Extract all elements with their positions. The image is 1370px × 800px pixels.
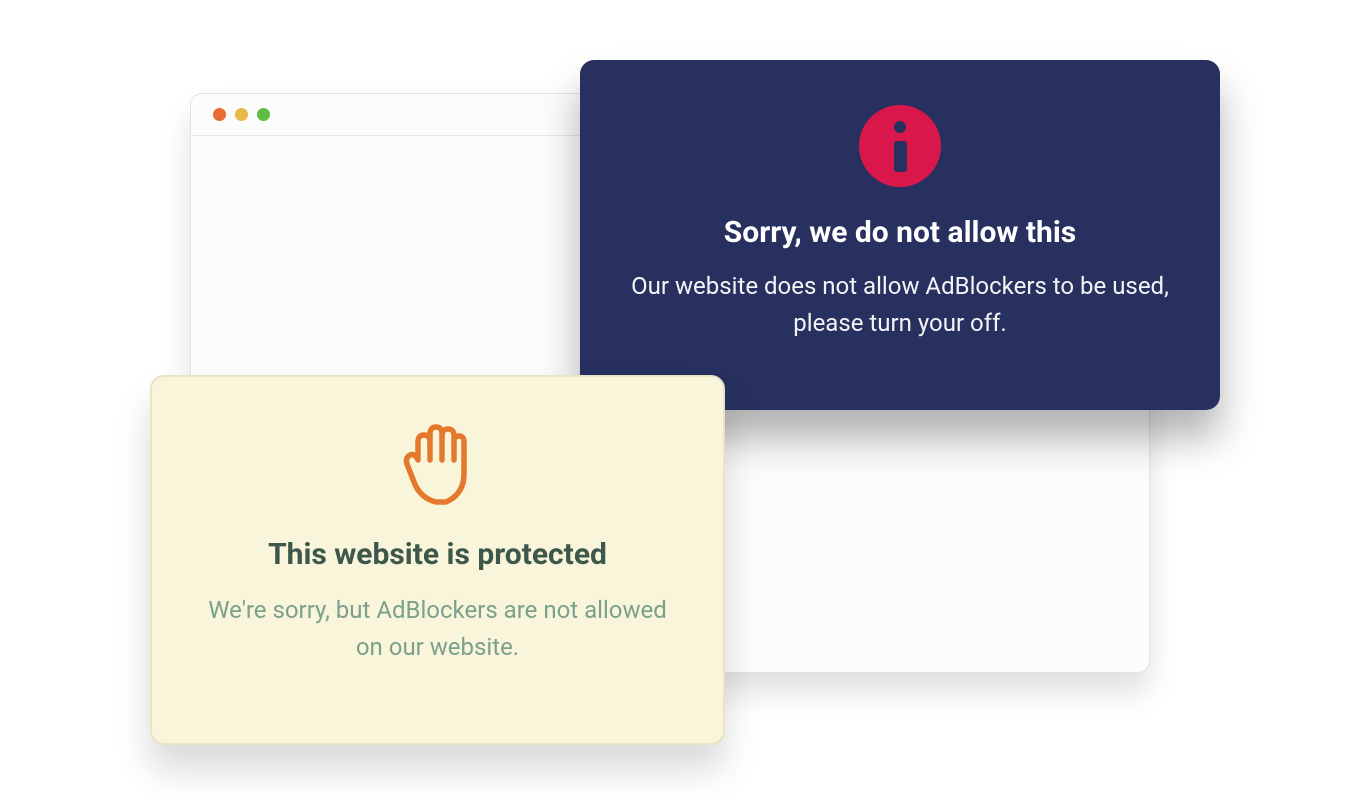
adblock-notice-dark: Sorry, we do not allow this Our website …	[580, 60, 1220, 410]
light-card-title: This website is protected	[268, 537, 607, 572]
light-card-body: We're sorry, but AdBlockers are not allo…	[152, 592, 723, 666]
dark-card-title: Sorry, we do not allow this	[724, 215, 1076, 250]
info-icon	[859, 105, 941, 187]
traffic-light-minimize[interactable]	[235, 108, 248, 121]
traffic-light-maximize[interactable]	[257, 108, 270, 121]
dark-card-body: Our website does not allow AdBlockers to…	[580, 268, 1220, 342]
traffic-light-close[interactable]	[213, 108, 226, 121]
adblock-notice-light: This website is protected We're sorry, b…	[150, 375, 725, 745]
hand-stop-icon	[398, 412, 478, 512]
